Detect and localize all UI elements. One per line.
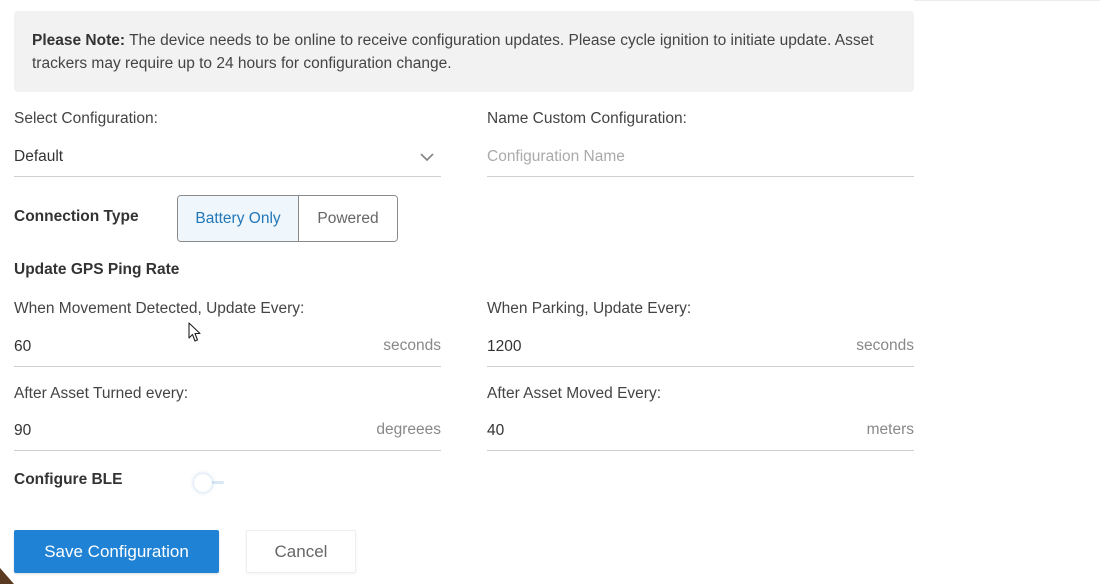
select-configuration-label: Select Configuration: (14, 110, 158, 127)
note-text: The device needs to be online to receive… (32, 32, 874, 72)
moved-distance-input[interactable]: 40 meters (487, 417, 914, 451)
moved-label: After Asset Moved Every: (487, 385, 662, 402)
moved-distance-unit: meters (866, 421, 914, 438)
turned-angle-input[interactable]: 90 degreees (14, 417, 441, 451)
parking-interval-unit: seconds (856, 337, 914, 354)
battery-only-option[interactable]: Battery Only (178, 196, 299, 241)
configuration-select[interactable]: Default (14, 143, 441, 177)
movement-interval-value: 60 (14, 338, 32, 355)
powered-option[interactable]: Powered (299, 196, 397, 241)
panel-divider (914, 0, 1100, 1)
configuration-select-value: Default (14, 148, 64, 165)
configure-ble-label: Configure BLE (14, 471, 123, 488)
configuration-form: Please Note: The device needs to be onli… (0, 0, 1100, 584)
mouse-cursor-icon (188, 322, 201, 342)
configuration-name-placeholder: Configuration Name (487, 148, 625, 165)
chevron-down-icon (420, 153, 434, 162)
connection-type-toggle: Battery Only Powered (177, 195, 398, 242)
corner-decoration (0, 568, 14, 584)
connection-type-label: Connection Type (14, 208, 139, 225)
gps-ping-rate-heading: Update GPS Ping Rate (14, 261, 180, 278)
parking-interval-value: 1200 (487, 338, 522, 355)
custom-configuration-label: Name Custom Configuration: (487, 110, 687, 127)
moved-distance-value: 40 (487, 422, 505, 439)
turned-angle-value: 90 (14, 422, 32, 439)
ble-switch-knob (194, 474, 212, 492)
movement-interval-unit: seconds (383, 337, 441, 354)
turned-label: After Asset Turned every: (14, 385, 189, 402)
note-prefix: Please Note: (32, 32, 126, 49)
movement-label: When Movement Detected, Update Every: (14, 300, 305, 317)
configuration-name-input[interactable]: Configuration Name (487, 143, 914, 177)
info-note: Please Note: The device needs to be onli… (14, 11, 914, 92)
parking-label: When Parking, Update Every: (487, 300, 692, 317)
movement-interval-input[interactable]: 60 seconds (14, 333, 441, 367)
cancel-button[interactable]: Cancel (246, 530, 356, 573)
turned-angle-unit: degreees (376, 421, 441, 438)
ble-toggle-switch[interactable] (192, 472, 234, 494)
parking-interval-input[interactable]: 1200 seconds (487, 333, 914, 367)
save-configuration-button[interactable]: Save Configuration (14, 530, 219, 573)
